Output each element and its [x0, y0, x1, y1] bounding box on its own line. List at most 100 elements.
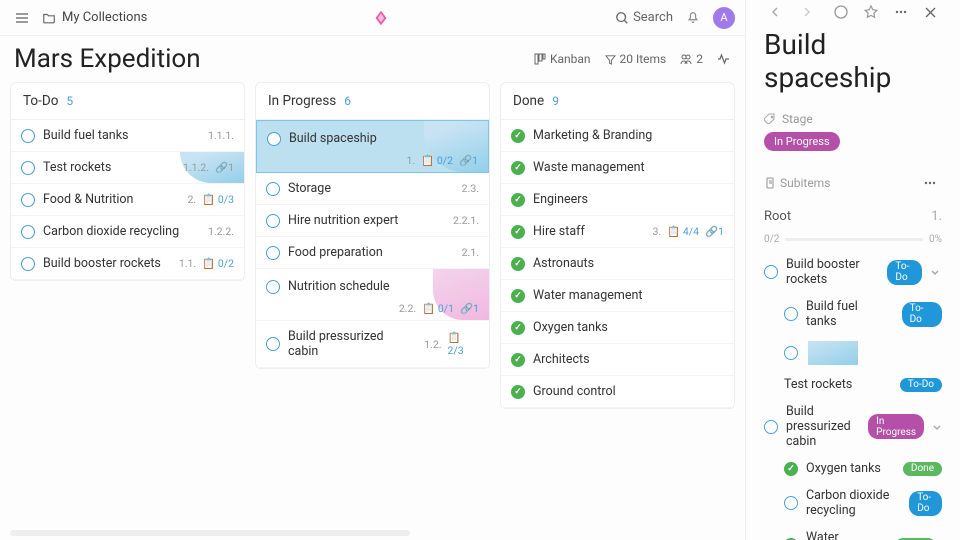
status-icon[interactable] — [511, 225, 525, 239]
kanban-card[interactable]: Ground control — [501, 376, 734, 408]
kanban-column: In Progress6Build spaceship1.📋 0/2🔗1Stor… — [255, 82, 490, 369]
kanban-card[interactable]: Water management — [501, 280, 734, 312]
card-meta: 2.📋 0/3 — [188, 193, 235, 206]
card-meta: 3.📋 4/4🔗1 — [653, 225, 724, 238]
status-icon[interactable] — [21, 193, 35, 207]
more-icon[interactable] — [889, 0, 913, 24]
card-title: Engineers — [533, 192, 588, 207]
tree-row[interactable]: Water managementDone — [764, 524, 942, 540]
view-controls: Kanban 20 Items 2 — [534, 52, 731, 66]
card-meta: 2.1. — [462, 246, 479, 259]
card-title: Hire staff — [533, 224, 585, 239]
kanban-column: To-Do5Build fuel tanks1.1.1.Test rockets… — [10, 82, 245, 281]
bell-icon[interactable] — [681, 6, 705, 30]
kanban-card[interactable]: Hire staff 3.📋 4/4🔗1 — [501, 216, 734, 248]
card-title: Build pressurized cabin — [288, 329, 416, 359]
status-icon[interactable] — [511, 385, 525, 399]
panel-title: Build spaceship — [764, 24, 942, 106]
stage-value[interactable]: In Progress — [764, 132, 840, 151]
status-icon[interactable] — [266, 280, 280, 294]
circle-icon[interactable] — [829, 0, 853, 24]
status-icon[interactable] — [511, 257, 525, 271]
tree-row[interactable]: Build booster rocketsTo-Do — [764, 251, 942, 293]
subitems-more-icon[interactable] — [918, 171, 942, 195]
horizontal-scrollbar[interactable] — [10, 530, 410, 536]
kanban-card[interactable]: Marketing & Branding — [501, 120, 734, 152]
search-button[interactable]: Search — [615, 10, 673, 25]
status-icon[interactable] — [21, 161, 35, 175]
kanban-card[interactable]: Food & Nutrition 2.📋 0/3 — [11, 184, 244, 216]
breadcrumb[interactable]: My Collections — [42, 10, 147, 25]
status-badge: To-Do — [909, 491, 942, 516]
tree-row[interactable]: Oxygen tanksDone — [764, 455, 942, 482]
tree-item-title: Water management — [806, 530, 880, 540]
status-icon[interactable] — [266, 182, 280, 196]
kanban-card[interactable]: Storage2.3. — [256, 173, 489, 205]
tree-row[interactable]: Build pressurized cabinIn Progress — [764, 398, 942, 455]
status-icon[interactable] — [21, 257, 35, 271]
topbar: My Collections Search A — [0, 0, 745, 36]
status-icon[interactable] — [511, 161, 525, 175]
members[interactable]: 2 — [680, 52, 703, 66]
kanban-card[interactable]: Build fuel tanks1.1.1. — [11, 120, 244, 152]
status-icon[interactable] — [511, 193, 525, 207]
card-meta: 1.1.2.🔗1 — [183, 161, 234, 174]
status-icon[interactable] — [784, 496, 798, 510]
nav-back-icon[interactable] — [764, 0, 788, 24]
status-icon[interactable] — [764, 420, 778, 434]
status-icon[interactable] — [266, 214, 280, 228]
kanban-card[interactable]: Architects — [501, 344, 734, 376]
kanban-card[interactable]: Build booster rockets1.1.📋 0/2 — [11, 248, 244, 280]
kanban-card[interactable]: Build spaceship1.📋 0/2🔗1 — [256, 120, 489, 173]
status-icon[interactable] — [511, 289, 525, 303]
status-badge: Done — [903, 462, 942, 476]
nav-forward-icon[interactable] — [794, 0, 818, 24]
star-icon[interactable] — [859, 0, 883, 24]
kanban-card[interactable]: Astronauts — [501, 248, 734, 280]
status-icon[interactable] — [267, 132, 281, 146]
status-icon[interactable] — [21, 225, 35, 239]
tree-row[interactable] — [764, 335, 942, 371]
status-icon[interactable] — [266, 246, 280, 260]
kanban-card[interactable]: Oxygen tanks — [501, 312, 734, 344]
kanban-card[interactable]: Nutrition schedule2.2.📋 0/1🔗1 — [256, 269, 489, 321]
activity-icon[interactable] — [717, 53, 731, 65]
card-title: Waste management — [533, 160, 645, 175]
status-icon[interactable] — [21, 129, 35, 143]
status-icon[interactable] — [266, 337, 280, 351]
filter-items[interactable]: 20 Items — [605, 52, 667, 66]
folder-icon — [42, 11, 56, 25]
avatar[interactable]: A — [713, 7, 735, 29]
tree-row[interactable]: Carbon dioxide recycling To-Do — [764, 482, 942, 524]
chevron-down-icon[interactable] — [930, 267, 942, 277]
view-kanban[interactable]: Kanban — [534, 52, 591, 66]
chevron-down-icon[interactable] — [932, 422, 942, 432]
page-title: Mars Expedition — [14, 44, 534, 74]
kanban-card[interactable]: Waste management — [501, 152, 734, 184]
status-icon[interactable] — [764, 265, 778, 279]
status-icon[interactable] — [511, 353, 525, 367]
card-meta: 1.1.1. — [208, 129, 234, 142]
tree-row[interactable]: Build fuel tanksTo-Do — [764, 293, 942, 335]
kanban-card[interactable]: Build pressurized cabin1.2.📋 2/3 — [256, 321, 489, 368]
close-icon[interactable] — [918, 0, 942, 24]
menu-icon[interactable] — [10, 6, 34, 30]
status-icon[interactable] — [784, 307, 798, 321]
card-title: Food & Nutrition — [43, 192, 133, 207]
kanban-card[interactable]: Carbon dioxide recycling1.2.2. — [11, 216, 244, 248]
status-icon[interactable] — [511, 321, 525, 335]
card-title: Ground control — [533, 384, 616, 399]
kanban-card[interactable]: Food preparation2.1. — [256, 237, 489, 269]
column-title: In Progress — [268, 93, 336, 109]
status-icon[interactable] — [511, 129, 525, 143]
root-row[interactable]: Root1. — [764, 201, 942, 232]
tree-row[interactable]: Test rocketsTo-Do — [764, 371, 942, 398]
tree-item-title: Carbon dioxide recycling — [806, 488, 893, 518]
status-icon[interactable] — [784, 462, 798, 476]
status-badge: To-Do — [887, 260, 922, 285]
kanban-card[interactable]: Hire nutrition expert2.2.1. — [256, 205, 489, 237]
column-title: To-Do — [23, 93, 58, 109]
kanban-card[interactable]: Test rockets1.1.2.🔗1 — [11, 152, 244, 184]
kanban-card[interactable]: Engineers — [501, 184, 734, 216]
status-icon[interactable] — [784, 346, 798, 360]
